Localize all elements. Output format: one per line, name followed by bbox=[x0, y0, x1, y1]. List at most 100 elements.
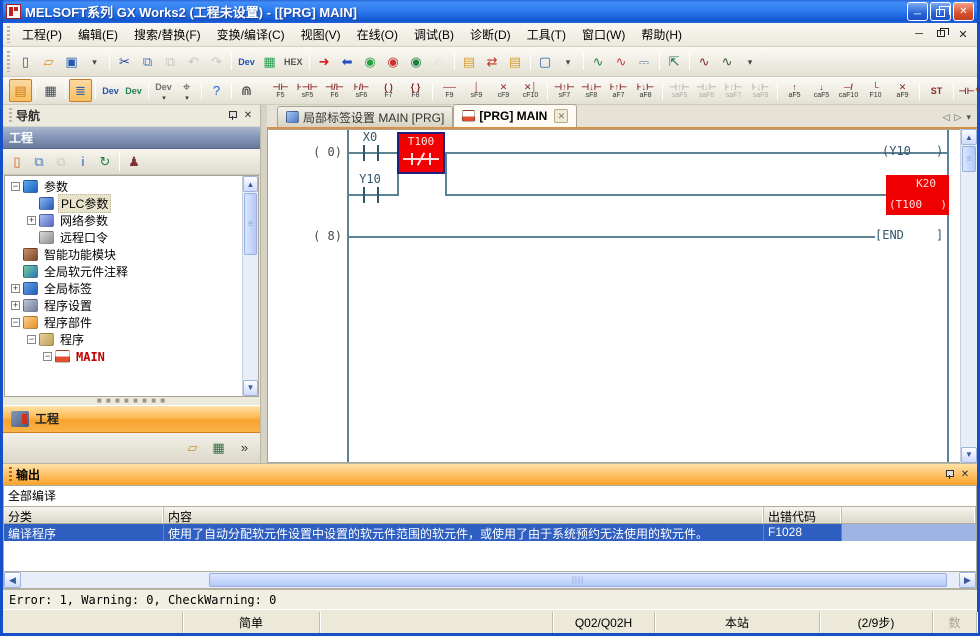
monitor-screen-dropdown-icon[interactable]: ▾ bbox=[557, 50, 580, 73]
cut-icon[interactable]: ✂ bbox=[113, 50, 136, 73]
ladder-editor[interactable]: ( 0) X0 T100 ( bbox=[267, 129, 960, 463]
watch-stop-icon[interactable]: ∿ bbox=[610, 50, 633, 73]
output-column-2[interactable]: 出错代码 bbox=[764, 507, 842, 523]
tree-item-远程口令[interactable]: 远程口令 bbox=[7, 229, 242, 246]
open-project-icon[interactable]: ▱ bbox=[37, 50, 60, 73]
menu-item-2[interactable]: 搜索/替换(F) bbox=[126, 23, 209, 46]
connection-destination-icon[interactable]: ▦ bbox=[207, 436, 230, 459]
mdi-close-button[interactable]: ✕ bbox=[955, 28, 971, 41]
tree-item-网络参数[interactable]: +网络参数 bbox=[7, 212, 242, 229]
pulse-parallel-rising-icon[interactable]: ⊦↑⊢aF7 bbox=[605, 79, 632, 103]
nav-refresh-icon[interactable]: ↻ bbox=[94, 151, 116, 172]
pulse-parallel-falling-icon[interactable]: ⊦↓⊢aF8 bbox=[632, 79, 659, 103]
module-config-icon[interactable]: ▦ bbox=[39, 79, 62, 102]
cross-reference-icon[interactable]: ▦ bbox=[258, 50, 281, 73]
invert-result-icon[interactable]: ─/caF10 bbox=[835, 79, 862, 103]
tree-item-程序设置[interactable]: +程序设置 bbox=[7, 297, 242, 314]
menu-item-7[interactable]: 诊断(D) bbox=[462, 23, 519, 46]
tree-scroll-thumb[interactable] bbox=[244, 193, 257, 255]
tree-expander-icon[interactable]: − bbox=[11, 318, 20, 327]
nav-pin-button[interactable] bbox=[224, 108, 240, 123]
expand-more-icon[interactable]: » bbox=[233, 436, 256, 459]
editor-scrollbar[interactable]: ▲ ▼ bbox=[960, 129, 977, 463]
monitor-watch-icon[interactable]: ◉ bbox=[405, 50, 428, 73]
menu-item-5[interactable]: 在线(O) bbox=[349, 23, 406, 46]
device-search-icon[interactable]: ⌖▾ bbox=[175, 79, 198, 102]
new-project-icon[interactable]: ▯ bbox=[14, 50, 37, 73]
watch-start-icon[interactable]: ∿ bbox=[587, 50, 610, 73]
vertical-line-icon[interactable]: │sF9 bbox=[463, 79, 490, 103]
output-row[interactable]: 编译程序使用了自动分配软元件设置中设置的软元件范围的软元件，或使用了由于系统预约… bbox=[4, 524, 976, 541]
scroll-down-icon[interactable]: ▼ bbox=[243, 380, 258, 396]
mdi-restore-button[interactable] bbox=[933, 28, 949, 41]
coil-icon[interactable]: ( )F7 bbox=[375, 79, 402, 103]
nav-property-icon[interactable]: i bbox=[72, 151, 94, 172]
tree-item-PLC参数[interactable]: PLC参数 bbox=[7, 195, 242, 212]
open-contact-icon[interactable]: ⊣⊢F5 bbox=[267, 79, 294, 103]
inline-st-icon[interactable]: ST bbox=[923, 79, 950, 103]
pulse-contact-rising-icon[interactable]: ⊣↑⊢sF7 bbox=[551, 79, 578, 103]
application-instruction-icon[interactable]: { }F8 bbox=[402, 79, 429, 103]
output-hscrollbar[interactable]: ◀ ▶ bbox=[3, 571, 977, 589]
tab-active-1[interactable]: [PRG] MAIN✕ bbox=[453, 104, 577, 127]
close-contact-icon[interactable]: ⊣/⊢F6 bbox=[321, 79, 348, 103]
tree-item-MAIN[interactable]: −MAIN bbox=[7, 348, 242, 365]
delete-horizontal-line-icon[interactable]: ✕cF9 bbox=[490, 79, 517, 103]
wave-monitor-icon[interactable]: ∿ bbox=[693, 50, 716, 73]
tree-item-全局标签[interactable]: +全局标签 bbox=[7, 280, 242, 297]
hex-find-icon[interactable]: HEX bbox=[281, 50, 306, 73]
hscroll-thumb[interactable] bbox=[209, 573, 947, 587]
hscroll-right-icon[interactable]: ▶ bbox=[959, 572, 976, 588]
close-button[interactable]: ✕ bbox=[953, 2, 974, 21]
output-column-0[interactable]: 分类 bbox=[4, 507, 164, 523]
nav-new-item-icon[interactable]: ▯ bbox=[6, 151, 28, 172]
ladder-cursor-t100[interactable]: T100 bbox=[397, 132, 445, 174]
list-view-icon[interactable]: ≣ bbox=[69, 79, 92, 102]
editor-scroll-down-icon[interactable]: ▼ bbox=[961, 447, 977, 463]
nav-user-icon[interactable]: ♟ bbox=[123, 151, 145, 172]
project-view-button[interactable]: 工程 bbox=[3, 405, 260, 433]
monitor-stop-icon[interactable]: ◉ bbox=[382, 50, 405, 73]
copy-icon[interactable]: ⧉ bbox=[136, 50, 159, 73]
editor-scroll-up-icon[interactable]: ▲ bbox=[961, 129, 977, 145]
tab-scroll-right-icon[interactable]: ▷ bbox=[955, 112, 962, 123]
statement-edit-icon[interactable]: ▤ bbox=[504, 50, 527, 73]
scroll-up-icon[interactable]: ▲ bbox=[243, 176, 258, 192]
tree-item-智能功能模块[interactable]: 智能功能模块 bbox=[7, 246, 242, 263]
branch-line-icon[interactable]: └F10 bbox=[862, 79, 889, 103]
comment-edit-icon[interactable]: ▤ bbox=[458, 50, 481, 73]
menu-item-9[interactable]: 窗口(W) bbox=[574, 23, 633, 46]
nav-close-button[interactable]: ✕ bbox=[240, 108, 256, 123]
menu-item-6[interactable]: 调试(B) bbox=[406, 23, 462, 46]
monitor-start-icon[interactable]: ◉ bbox=[359, 50, 382, 73]
horizontal-line-icon[interactable]: ──F9 bbox=[436, 79, 463, 103]
menu-item-8[interactable]: 工具(T) bbox=[519, 23, 574, 46]
write-to-plc-icon[interactable]: ➜ bbox=[313, 50, 336, 73]
tree-expander-icon[interactable]: − bbox=[27, 335, 36, 344]
verify-icon[interactable]: ⇄ bbox=[481, 50, 504, 73]
wave-monitor2-icon[interactable]: ∿ bbox=[716, 50, 739, 73]
save-dropdown-icon[interactable]: ▾ bbox=[83, 50, 106, 73]
tab-scroll-left-icon[interactable]: ◁ bbox=[943, 112, 950, 123]
open-contact-parallel-icon[interactable]: ⊦⊣⊢sF5 bbox=[294, 79, 321, 103]
more-dropdown-icon[interactable]: ▾ bbox=[739, 50, 762, 73]
pulse-contact-falling-icon[interactable]: ⊣↓⊢sF8 bbox=[578, 79, 605, 103]
menu-item-4[interactable]: 视图(V) bbox=[293, 23, 349, 46]
menu-item-3[interactable]: 变换/编译(C) bbox=[209, 23, 293, 46]
help-icon[interactable]: ? bbox=[205, 79, 228, 102]
monitor-screen-icon[interactable]: ▢ bbox=[534, 50, 557, 73]
menu-item-0[interactable]: 工程(P) bbox=[14, 23, 70, 46]
falling-pulse-icon[interactable]: ↓caF5 bbox=[808, 79, 835, 103]
tab-close-icon[interactable]: ✕ bbox=[554, 109, 568, 123]
coil-t100-block[interactable]: K20 (T100 ) bbox=[886, 175, 949, 215]
save-project-icon[interactable]: ▣ bbox=[60, 50, 83, 73]
device-test-icon[interactable]: ⎓ bbox=[633, 50, 656, 73]
device-find-icon[interactable]: Dev bbox=[235, 50, 258, 73]
tree-item-程序部件[interactable]: −程序部件 bbox=[7, 314, 242, 331]
tree-scrollbar[interactable]: ▲ ▼ bbox=[242, 176, 258, 396]
tree-expander-icon[interactable]: + bbox=[11, 301, 20, 310]
device-display-icon[interactable]: Dev▾ bbox=[152, 79, 175, 102]
device-monitor-icon[interactable]: Dev bbox=[122, 79, 145, 102]
menu-item-10[interactable]: 帮助(H) bbox=[633, 23, 690, 46]
tree-item-程序[interactable]: −程序 bbox=[7, 331, 242, 348]
